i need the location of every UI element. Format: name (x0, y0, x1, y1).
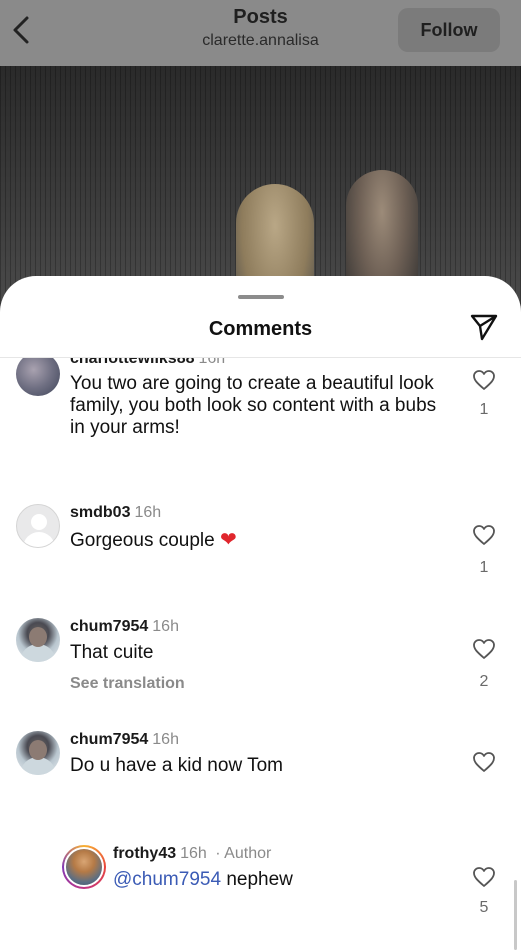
like-count: 1 (479, 559, 489, 576)
author-tag: · Author (215, 845, 272, 862)
avatar[interactable] (16, 618, 60, 662)
follow-button[interactable]: Follow (398, 8, 500, 52)
comment-item: charlottewilks88 16h You two are going to… (0, 358, 521, 492)
heart-icon[interactable] (472, 524, 496, 546)
comment-time: 16h (152, 618, 179, 635)
comment-username[interactable]: smdb03 (70, 504, 130, 521)
red-heart-emoji: ❤ (220, 527, 237, 551)
sheet-grabber-handle[interactable] (238, 295, 284, 299)
avatar[interactable] (16, 358, 60, 396)
comment-text-content: Gorgeous couple (70, 530, 215, 551)
avatar-story-ring[interactable] (62, 845, 106, 889)
like-count: 1 (479, 401, 489, 418)
comment-time: 16h (198, 358, 226, 367)
comment-username[interactable]: frothy43 (113, 845, 176, 862)
comment-time: 16h (152, 731, 179, 748)
comment-item: smdb03 16h Gorgeous couple ❤ 1 (0, 504, 521, 604)
top-bar: Posts clarette.annalisa Follow (0, 0, 521, 66)
comment-text: You two are going to create a beautiful … (70, 373, 437, 438)
paper-plane-icon[interactable] (469, 312, 499, 342)
post-photo (0, 66, 521, 306)
avatar[interactable] (16, 504, 60, 548)
comment-username[interactable]: chum7954 (70, 731, 148, 748)
heart-icon[interactable] (472, 638, 496, 660)
avatar-face (29, 627, 47, 647)
comment-item: chum7954 16h That cuite See translation 2 (0, 618, 521, 718)
sheet-title: Comments (208, 318, 313, 340)
comment-time: 16h (180, 845, 207, 862)
comment-text: Do u have a kid now Tom (70, 755, 283, 776)
like-count: 5 (479, 899, 489, 916)
comment-text: That cuite (70, 642, 154, 663)
comments-sheet: Comments charlottewilks88 16h You two are… (0, 276, 521, 950)
comment-username[interactable]: charlottewilks88 (70, 358, 195, 367)
comment-text: @chum7954 nephew (113, 869, 453, 891)
avatar (64, 847, 104, 887)
comment-item: chum7954 16h Do u have a kid now Tom (0, 731, 521, 821)
comments-list[interactable]: charlottewilks88 16h You two are going to… (0, 358, 521, 950)
heart-icon[interactable] (472, 751, 496, 773)
avatar[interactable] (16, 731, 60, 775)
comment-meta: chum7954 16h (70, 731, 179, 749)
heart-icon[interactable] (472, 866, 496, 888)
scrollbar[interactable] (514, 880, 517, 950)
comment-time: 16h (134, 504, 162, 521)
comment-text-content: nephew (226, 869, 293, 890)
mention-link[interactable]: @chum7954 (113, 869, 221, 890)
comment-meta: smdb03 16h (70, 504, 161, 522)
comment-meta: charlottewilks88 16h (70, 358, 225, 368)
comment-text: Gorgeous couple ❤ (70, 528, 455, 552)
comment-meta: frothy43 16h · Author (113, 845, 271, 863)
avatar-face (29, 740, 47, 760)
avatar-placeholder-head (31, 514, 47, 530)
like-count: 2 (479, 673, 489, 690)
avatar-placeholder-body (23, 532, 55, 547)
comment-reply-item: frothy43 16h · Author @chum7954 nephew 5 (0, 845, 521, 945)
comment-username[interactable]: chum7954 (70, 618, 148, 635)
comment-meta: chum7954 16h (70, 618, 179, 636)
see-translation-link[interactable]: See translation (70, 675, 185, 693)
heart-icon[interactable] (472, 369, 496, 391)
